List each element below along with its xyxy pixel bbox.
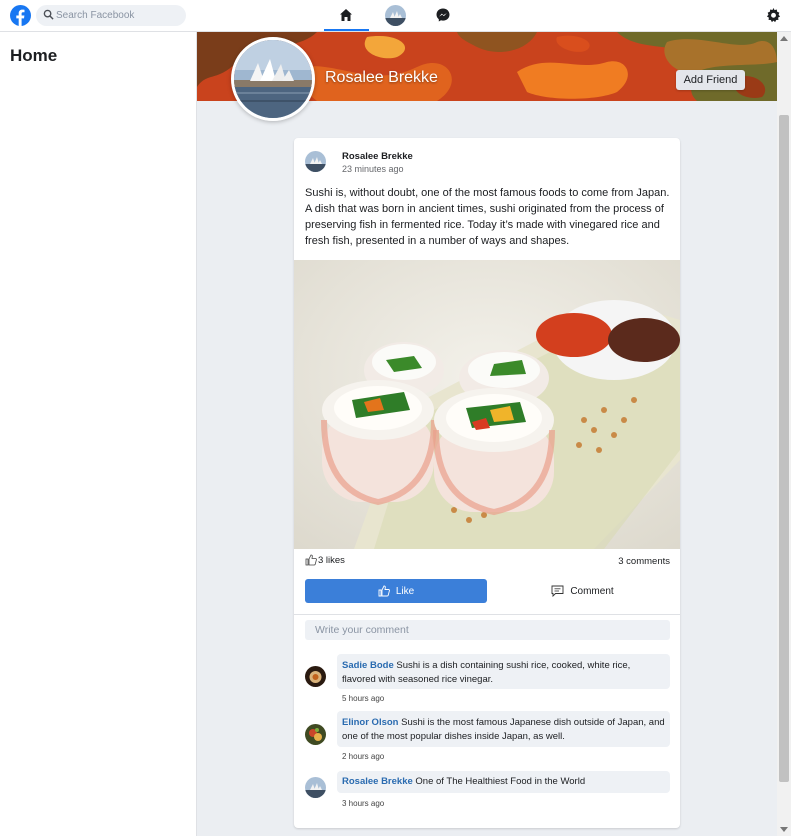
search-input[interactable] xyxy=(56,7,181,24)
commenter-avatar[interactable] xyxy=(305,724,326,745)
post-author-name[interactable]: Rosalee Brekke xyxy=(342,151,413,162)
comments-count[interactable]: 3 comments xyxy=(618,556,670,567)
add-friend-button[interactable]: Add Friend xyxy=(676,70,745,90)
main-content: Rosalee Brekke Add Friend Rosalee Brekke… xyxy=(197,32,777,836)
scroll-up-arrow-icon[interactable] xyxy=(780,36,788,41)
post-photo[interactable] xyxy=(294,260,680,549)
facebook-logo-icon[interactable] xyxy=(10,5,31,26)
scroll-down-arrow-icon[interactable] xyxy=(780,827,788,832)
commenter-avatar[interactable] xyxy=(305,666,326,687)
commenter-avatar[interactable] xyxy=(305,777,326,798)
comment-timestamp: 5 hours ago xyxy=(342,694,385,703)
active-tab-indicator xyxy=(324,29,369,31)
comment-timestamp: 2 hours ago xyxy=(342,752,385,761)
comment-icon xyxy=(551,585,564,597)
likes-count[interactable]: 3 likes xyxy=(305,554,345,566)
sidebar-title: Home xyxy=(10,46,58,65)
like-button[interactable]: Like xyxy=(305,579,487,603)
comment-bubble: Sadie Bode Sushi is a dish containing su… xyxy=(337,654,670,689)
like-button-label: Like xyxy=(395,585,415,597)
left-sidebar: Home xyxy=(0,32,197,836)
comment-timestamp: 3 hours ago xyxy=(342,799,385,808)
likes-label: 3 likes xyxy=(318,554,345,566)
search-box xyxy=(36,5,186,26)
commenter-name[interactable]: Rosalee Brekke xyxy=(342,776,413,787)
messenger-icon[interactable] xyxy=(435,7,451,28)
home-icon xyxy=(340,9,352,21)
search-icon xyxy=(43,9,54,20)
thumbs-up-icon xyxy=(378,585,390,597)
comment-input[interactable] xyxy=(305,620,670,640)
post-text: Sushi is, without doubt, one of the most… xyxy=(305,187,670,247)
profile-name: Rosalee Brekke xyxy=(325,69,438,86)
settings-gear-icon[interactable] xyxy=(766,8,781,28)
divider xyxy=(294,614,680,615)
commenter-name[interactable]: Sadie Bode xyxy=(342,660,394,671)
comment-bubble: Elinor Olson Sushi is the most famous Ja… xyxy=(337,711,670,747)
post-card: Rosalee Brekke 23 minutes ago Sushi is, … xyxy=(294,138,680,828)
profile-picture[interactable] xyxy=(231,37,315,121)
comment-text: One of The Healthiest Food in the World xyxy=(415,776,586,787)
post-author-avatar[interactable] xyxy=(305,151,326,172)
nav-home-tab[interactable] xyxy=(324,0,369,31)
vertical-scrollbar[interactable] xyxy=(777,32,791,836)
top-navigation-bar xyxy=(0,0,791,32)
comment-button[interactable]: Comment xyxy=(495,579,670,603)
thumbs-up-icon xyxy=(305,554,317,566)
scrollbar-thumb[interactable] xyxy=(779,115,789,782)
post-timestamp: 23 minutes ago xyxy=(342,164,404,174)
nav-profile-avatar[interactable] xyxy=(385,5,406,26)
commenter-name[interactable]: Elinor Olson xyxy=(342,717,398,728)
comment-bubble: Rosalee Brekke One of The Healthiest Foo… xyxy=(337,771,670,793)
comment-button-label: Comment xyxy=(570,585,614,597)
